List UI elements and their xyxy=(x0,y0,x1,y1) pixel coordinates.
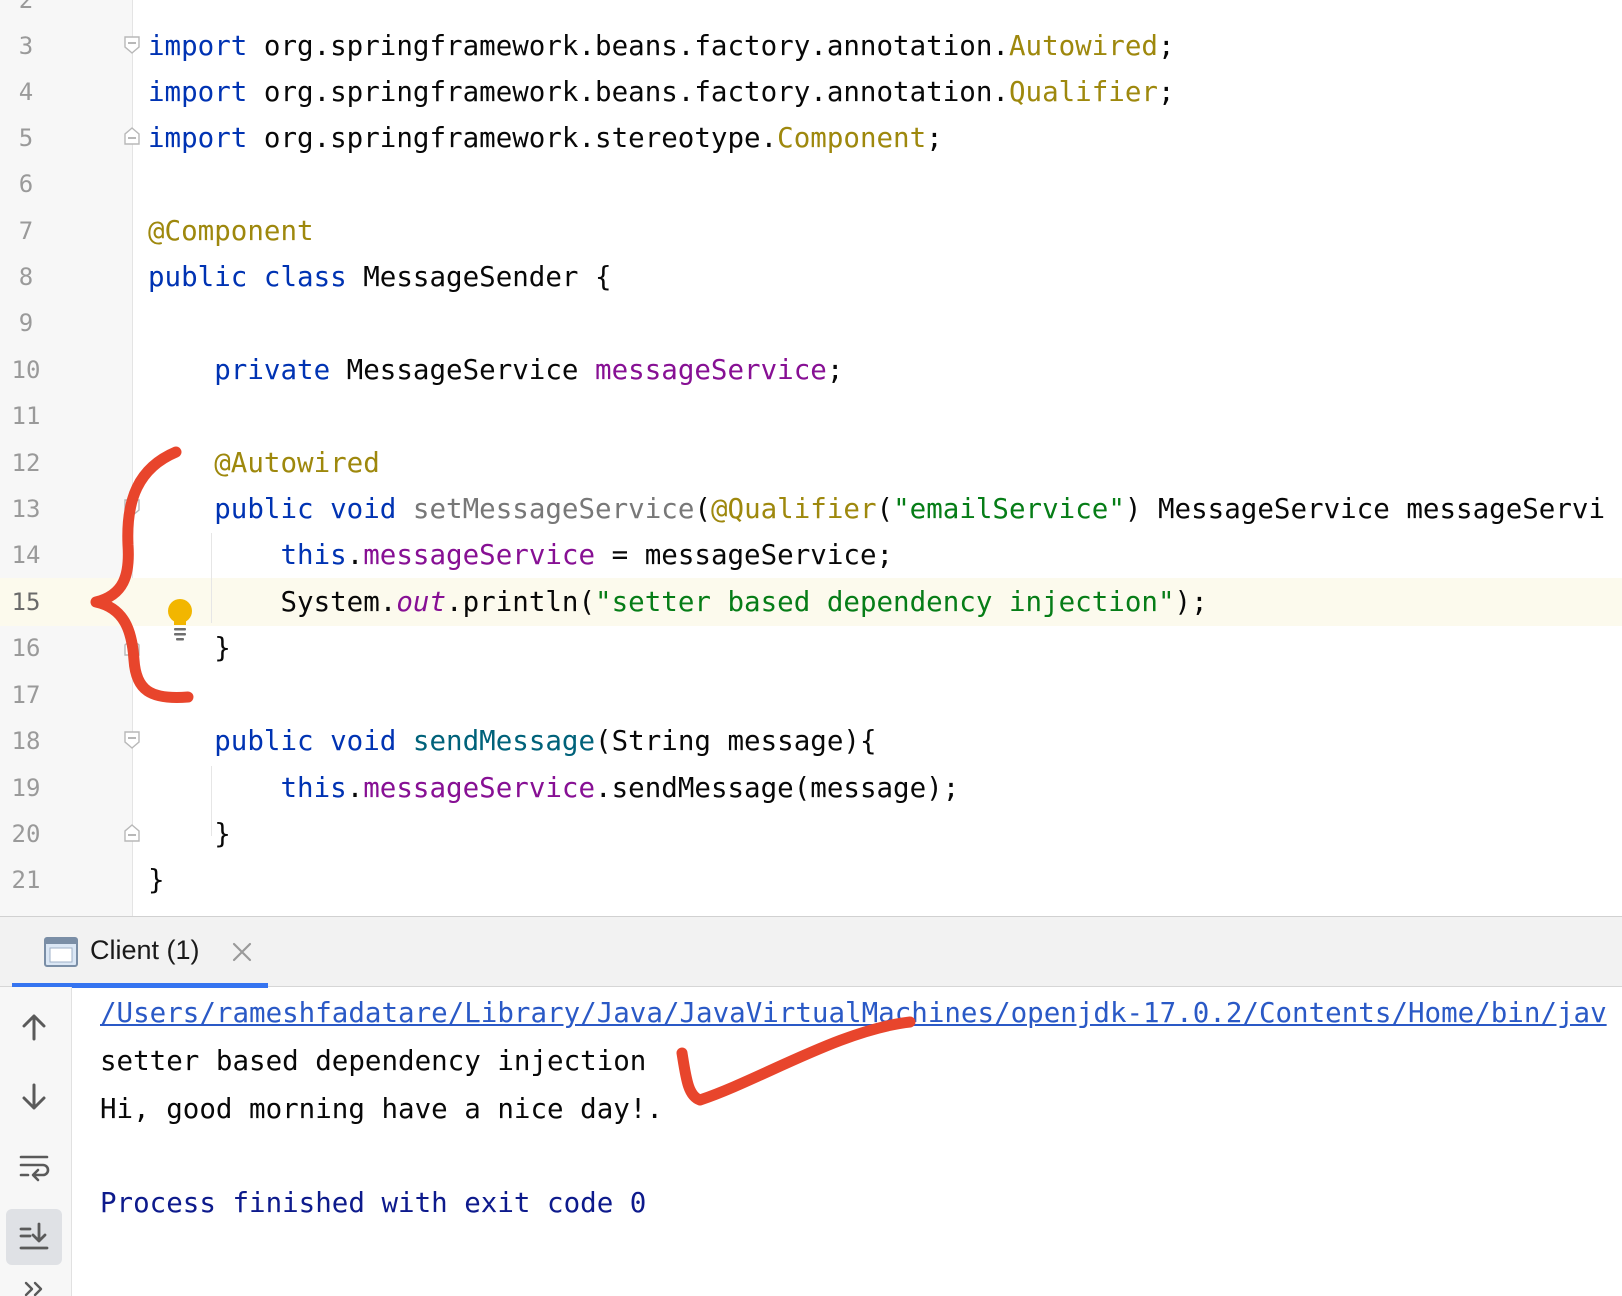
console-icon xyxy=(44,937,78,967)
scroll-up-button[interactable] xyxy=(6,999,62,1055)
arrow-down-icon xyxy=(22,1083,46,1110)
line-number: 7 xyxy=(18,217,34,245)
fold-end-icon[interactable] xyxy=(123,823,141,843)
fold-icon[interactable] xyxy=(123,35,141,55)
code-text: import org.springframework.beans.factory… xyxy=(148,76,1175,108)
fold-end-icon[interactable] xyxy=(123,637,141,657)
code-text: @Component xyxy=(148,215,314,247)
code-line[interactable]: 5 import org.springframework.stereotype.… xyxy=(0,114,1622,162)
lightbulb-icon[interactable] xyxy=(164,597,196,641)
code-line[interactable]: 14 this.messageService = messageService; xyxy=(0,531,1622,579)
line-number: 4 xyxy=(18,78,34,106)
scroll-to-end-button[interactable] xyxy=(6,1209,62,1265)
code-line[interactable]: 19 this.messageService.sendMessage(messa… xyxy=(0,764,1622,812)
code-text: } xyxy=(148,818,231,850)
code-line[interactable]: 9 xyxy=(0,299,1622,347)
code-line[interactable]: 20 } xyxy=(0,810,1622,858)
line-number: 10 xyxy=(11,356,41,384)
code-line[interactable]: 11 xyxy=(0,392,1622,440)
line-number: 14 xyxy=(11,541,41,569)
run-tool-window: Client (1) /Users/rameshfadatare/Library… xyxy=(0,916,1622,1296)
scroll-to-end-icon xyxy=(19,1222,49,1250)
code-text: import org.springframework.beans.factory… xyxy=(148,30,1175,62)
code-line[interactable]: 8 public class MessageSender { xyxy=(0,253,1622,301)
fold-end-icon[interactable] xyxy=(123,126,141,146)
code-line-current[interactable]: 15 System.out.println("setter based depe… xyxy=(0,578,1622,626)
console-line: Hi, good morning have a nice day!. xyxy=(100,1093,663,1125)
run-tab-bar: Client (1) xyxy=(0,917,1622,988)
code-line[interactable]: 3 import org.springframework.beans.facto… xyxy=(0,22,1622,70)
line-number: 3 xyxy=(18,32,34,60)
fold-icon[interactable] xyxy=(123,498,141,518)
line-number: 2 xyxy=(18,0,34,14)
more-actions-button[interactable] xyxy=(6,1273,62,1296)
more-chevron-icon xyxy=(24,1281,43,1296)
code-line[interactable]: 10 private MessageService messageService… xyxy=(0,346,1622,394)
code-text: public class MessageSender { xyxy=(148,261,612,293)
tab-client-run[interactable]: Client (1) xyxy=(12,917,268,988)
scroll-down-button[interactable] xyxy=(6,1069,62,1125)
code-text: public void sendMessage(String message){ xyxy=(148,725,877,757)
line-number: 12 xyxy=(11,449,41,477)
code-line[interactable]: 2 xyxy=(0,0,1622,24)
code-editor[interactable]: 2 3 import org.springframework.beans.fac… xyxy=(0,0,1622,916)
line-number: 8 xyxy=(18,263,34,291)
code-text: System.out.println("setter based depende… xyxy=(148,586,1208,618)
line-number: 11 xyxy=(11,402,41,430)
process-exit-message: Process finished with exit code 0 xyxy=(100,1187,647,1219)
line-number: 5 xyxy=(18,124,34,152)
fold-icon[interactable] xyxy=(123,730,141,750)
line-number: 18 xyxy=(11,727,41,755)
line-number: 19 xyxy=(11,774,41,802)
code-line[interactable]: 18 public void sendMessage(String messag… xyxy=(0,717,1622,765)
code-text: } xyxy=(148,864,165,896)
code-text: import org.springframework.stereotype.Co… xyxy=(148,122,943,154)
line-number: 6 xyxy=(18,170,34,198)
code-line[interactable]: 4 import org.springframework.beans.facto… xyxy=(0,68,1622,116)
tab-label: Client (1) xyxy=(90,935,200,965)
line-number: 17 xyxy=(11,681,41,709)
code-line[interactable]: 13 public void setMessageService(@Qualif… xyxy=(0,485,1622,533)
line-number: 15 xyxy=(11,588,41,616)
indent-guide xyxy=(211,533,212,623)
console-output[interactable]: /Users/rameshfadatare/Library/Java/JavaV… xyxy=(100,987,1622,1296)
code-text: this.messageService = messageService; xyxy=(148,539,894,571)
soft-wrap-button[interactable] xyxy=(6,1139,62,1195)
code-line[interactable]: 12 @Autowired xyxy=(0,439,1622,487)
line-number: 20 xyxy=(11,820,41,848)
soft-wrap-icon xyxy=(19,1155,50,1182)
code-text: private MessageService messageService; xyxy=(148,354,844,386)
arrow-up-icon xyxy=(22,1014,46,1041)
code-line[interactable]: 21 } xyxy=(0,856,1622,904)
code-text: this.messageService.sendMessage(message)… xyxy=(148,772,960,804)
code-text: @Autowired xyxy=(148,447,380,479)
jvm-path-link[interactable]: /Users/rameshfadatare/Library/Java/JavaV… xyxy=(100,989,1607,1037)
console-line: setter based dependency injection xyxy=(100,1045,647,1077)
line-number: 21 xyxy=(11,866,41,894)
code-line[interactable]: 17 xyxy=(0,671,1622,719)
code-line[interactable]: 6 xyxy=(0,160,1622,208)
run-toolbar xyxy=(0,987,72,1296)
code-line[interactable]: 7 @Component xyxy=(0,207,1622,255)
indent-guide xyxy=(211,766,212,836)
code-line[interactable]: 16 } xyxy=(0,624,1622,672)
code-text: public void setMessageService(@Qualifier… xyxy=(148,493,1606,525)
line-number: 16 xyxy=(11,634,41,662)
close-icon[interactable] xyxy=(230,940,254,964)
line-number: 9 xyxy=(18,309,34,337)
line-number: 13 xyxy=(11,495,41,523)
